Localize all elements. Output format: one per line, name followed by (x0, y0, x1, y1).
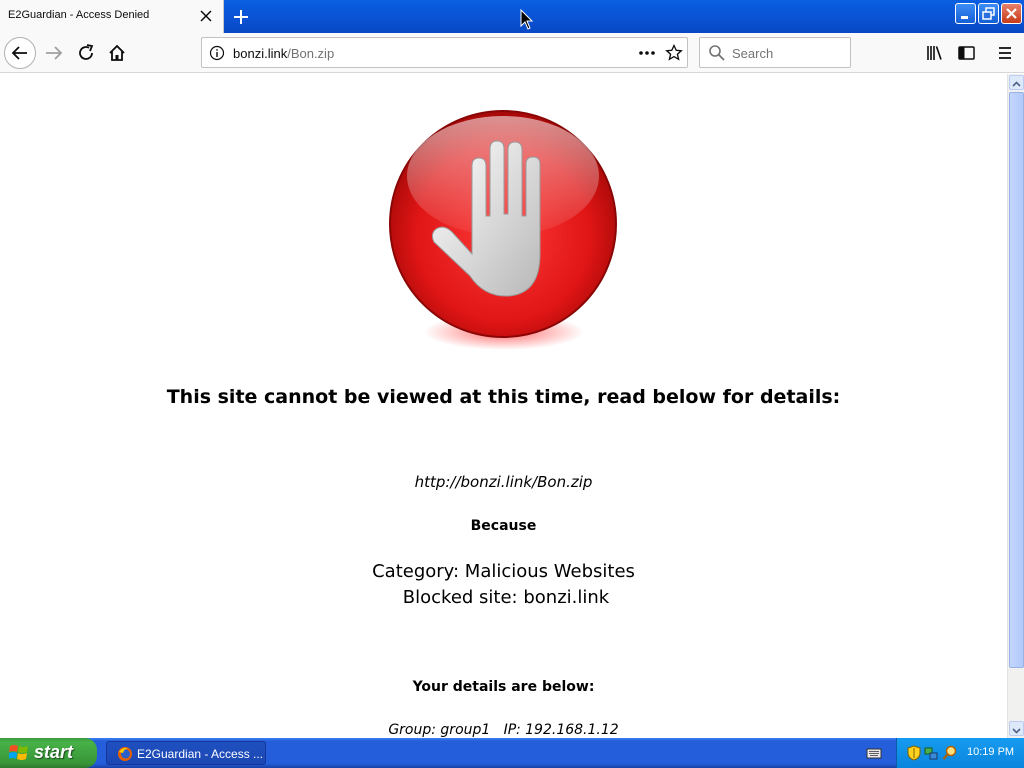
security-shield-icon[interactable] (907, 745, 921, 761)
ellipsis-icon[interactable] (638, 45, 656, 61)
url-host: bonzi.link (233, 46, 288, 61)
details-heading: Your details are below: (412, 679, 595, 695)
scroll-thumb[interactable] (1009, 92, 1024, 668)
window-close-icon (1006, 8, 1017, 19)
firefox-icon (118, 747, 132, 761)
arrow-left-icon (11, 46, 27, 60)
minimize-icon (961, 16, 968, 19)
restore-icon (982, 7, 995, 20)
star-icon[interactable] (665, 44, 683, 62)
chevron-down-icon (1012, 728, 1021, 734)
vertical-scrollbar[interactable] (1007, 74, 1024, 738)
page-content: This site cannot be viewed at this time,… (0, 74, 1007, 738)
tab-title: E2Guardian - Access Denied (8, 9, 150, 21)
stop-hand-icon (389, 110, 617, 350)
start-label: start (34, 742, 74, 762)
scroll-up-button[interactable] (1009, 75, 1024, 90)
blocked-site-line: Blocked site: bonzi.link (402, 587, 610, 608)
clock: 10:19 PM (967, 746, 1015, 758)
taskbar-item-label: E2Guardian - Access ... (137, 747, 264, 761)
window-close-button[interactable] (1001, 3, 1022, 24)
library-icon[interactable] (918, 37, 950, 69)
taskbar-item-firefox[interactable]: E2Guardian - Access ... (106, 741, 266, 765)
because-label: Because (470, 518, 537, 534)
taskbar: start E2Guardian - Access ... 10:19 PM (0, 738, 1024, 768)
mouse-cursor-icon (520, 9, 534, 30)
keyboard-icon[interactable] (866, 746, 882, 760)
home-icon[interactable] (101, 37, 133, 69)
scroll-down-button[interactable] (1009, 721, 1024, 736)
hamburger-icon[interactable] (989, 37, 1021, 69)
minimize-button[interactable] (955, 3, 976, 24)
search-icon (709, 45, 725, 61)
back-button[interactable] (4, 37, 36, 69)
arrow-right-icon[interactable] (38, 37, 70, 69)
magnifier-icon[interactable] (942, 745, 958, 761)
group-ip-line: Group: group1 IP: 192.168.1.12 (388, 722, 619, 738)
info-icon[interactable] (209, 45, 225, 61)
windows-logo-icon (9, 745, 28, 760)
url-path: /Bon.zip (287, 46, 335, 61)
network-icon[interactable] (924, 745, 938, 761)
plus-icon[interactable] (230, 6, 252, 28)
url-bar[interactable]: bonzi.link/Bon.zip (201, 37, 688, 68)
title-bar: E2Guardian - Access Denied (0, 0, 1024, 33)
blocked-url: http://bonzi.link/Bon.zip (414, 473, 593, 491)
search-placeholder: Search (732, 46, 774, 61)
tab-access-denied[interactable]: E2Guardian - Access Denied (0, 0, 224, 33)
restore-button[interactable] (978, 3, 999, 24)
category-line: Category: Malicious Websites (372, 561, 635, 582)
close-icon[interactable] (198, 8, 214, 24)
system-tray: 10:19 PM (896, 738, 1024, 768)
page-headline: This site cannot be viewed at this time,… (166, 386, 841, 408)
sidebar-icon[interactable] (950, 37, 982, 69)
reload-icon[interactable] (70, 37, 102, 69)
search-input[interactable]: Search (699, 37, 851, 68)
navigation-toolbar: bonzi.link/Bon.zip Search (0, 33, 1024, 73)
url-text: bonzi.link/Bon.zip (233, 46, 334, 61)
start-button[interactable]: start (0, 738, 97, 768)
chevron-up-icon (1012, 81, 1021, 87)
